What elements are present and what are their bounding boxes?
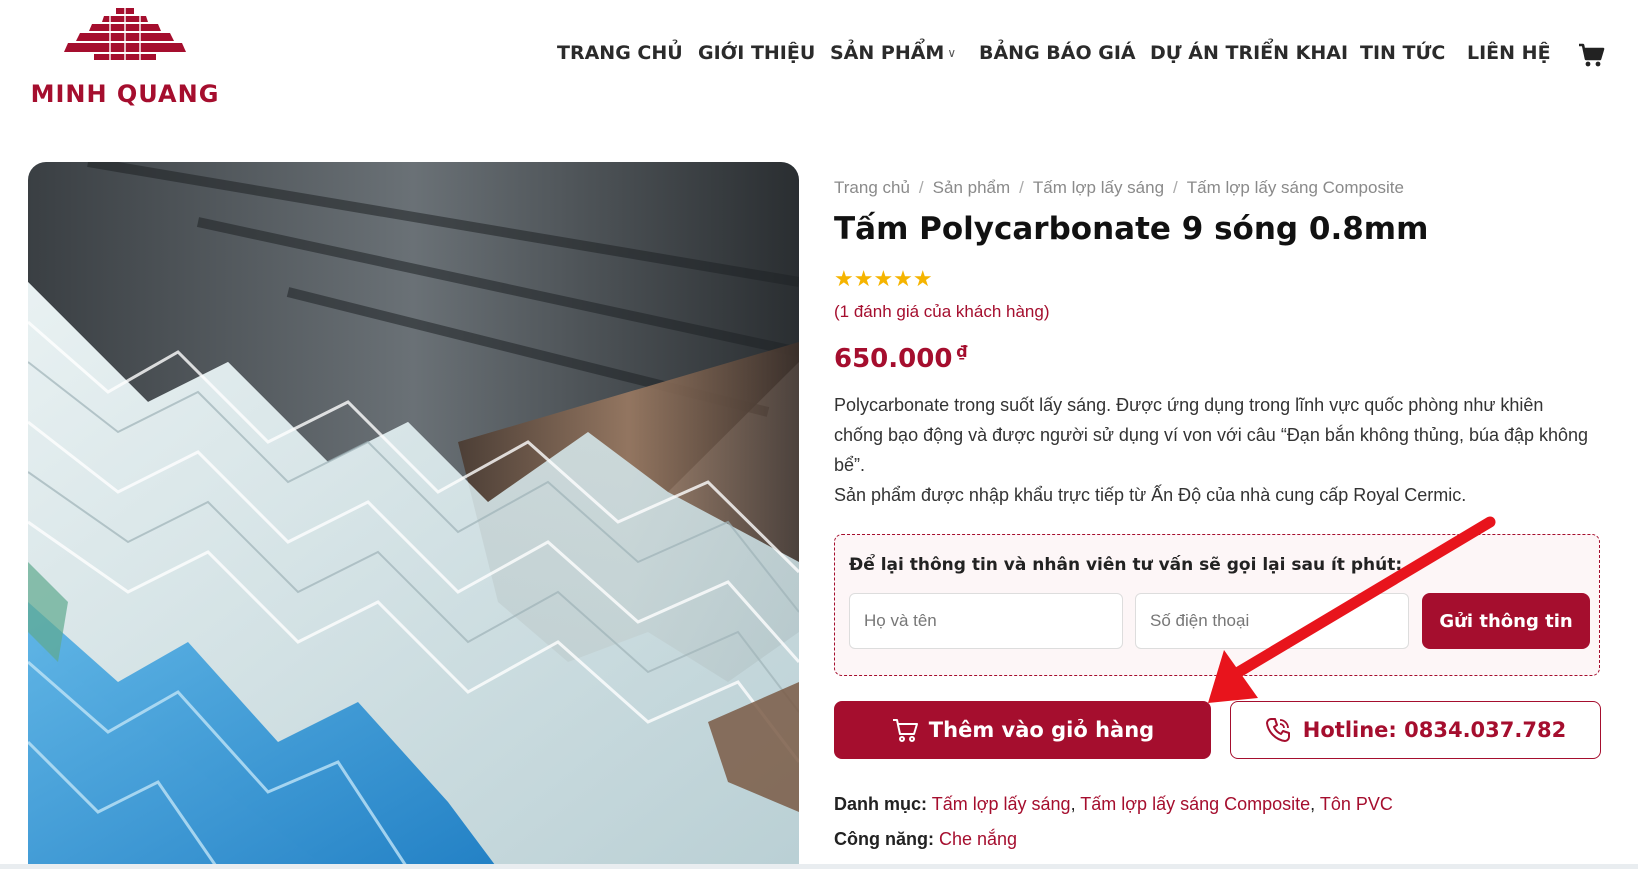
site-header: MINH QUANG TRANG CHỦ GIỚI THIỆU SẢN PHẨM… <box>0 0 1638 120</box>
function-link[interactable]: Che nắng <box>939 829 1017 849</box>
price-value: 650.000 <box>834 344 953 374</box>
product-description: Polycarbonate trong suốt lấy sáng. Được … <box>834 390 1594 510</box>
breadcrumb-composite-sheets[interactable]: Tấm lợp lấy sáng Composite <box>1187 178 1404 197</box>
add-to-cart-button[interactable]: Thêm vào giỏ hàng <box>834 701 1211 759</box>
hotline-button[interactable]: Hotline: 0834.037.782 <box>1230 701 1601 759</box>
breadcrumb-separator: / <box>918 178 924 197</box>
product-title: Tấm Polycarbonate 9 sóng 0.8mm <box>834 211 1429 247</box>
function-label: Công năng: <box>834 829 934 849</box>
nav-item-contact[interactable]: LIÊN HỆ <box>1467 42 1551 64</box>
nav-item-home[interactable]: TRANG CHỦ <box>557 42 683 64</box>
categories-label: Danh mục: <box>834 794 928 814</box>
nav-item-projects[interactable]: DỰ ÁN TRIỂN KHAI <box>1150 42 1348 64</box>
chevron-down-icon: ∨ <box>947 46 957 60</box>
callback-form-title: Để lại thông tin và nhân viên tư vấn sẽ … <box>849 555 1403 575</box>
callback-form: Để lại thông tin và nhân viên tư vấn sẽ … <box>834 534 1600 676</box>
nav-item-news[interactable]: TIN TỨC <box>1360 42 1445 64</box>
product-function: Công năng: Che nắng <box>834 829 1017 850</box>
cart-icon <box>892 719 918 742</box>
submit-info-button[interactable]: Gửi thông tin <box>1422 593 1590 649</box>
building-logo-icon <box>64 8 186 60</box>
add-to-cart-label: Thêm vào giỏ hàng <box>928 718 1155 742</box>
category-link[interactable]: Tôn PVC <box>1320 794 1393 814</box>
name-input[interactable] <box>849 593 1123 649</box>
cart-icon[interactable] <box>1577 41 1605 69</box>
category-link[interactable]: Tấm lợp lấy sáng Composite <box>1080 794 1310 814</box>
currency-symbol: ₫ <box>956 342 968 361</box>
nav-item-products[interactable]: SẢN PHẨM ∨ <box>830 42 956 64</box>
breadcrumb-separator: / <box>1173 178 1178 197</box>
breadcrumb-skylight-sheets[interactable]: Tấm lợp lấy sáng <box>1033 178 1164 197</box>
breadcrumb-separator: / <box>1019 178 1024 197</box>
polycarbonate-sheets-image <box>28 162 799 869</box>
nav-item-price-list[interactable]: BẢNG BÁO GIÁ <box>979 42 1136 64</box>
product-price: 650.000 ₫ <box>834 342 968 374</box>
category-link[interactable]: Tấm lợp lấy sáng <box>932 794 1071 814</box>
breadcrumb-products[interactable]: Sản phẩm <box>933 178 1011 197</box>
bottom-scroll-strip <box>0 864 1638 869</box>
product-image[interactable] <box>28 162 799 869</box>
product-categories: Danh mục: Tấm lợp lấy sáng, Tấm lợp lấy … <box>834 794 1393 814</box>
phone-icon <box>1265 718 1290 742</box>
description-paragraph: Polycarbonate trong suốt lấy sáng. Được … <box>834 395 1589 475</box>
description-paragraph: Sản phẩm được nhập khẩu trực tiếp từ Ấn … <box>834 485 1467 505</box>
logo[interactable]: MINH QUANG <box>30 4 220 108</box>
hotline-label: Hotline: 0834.037.782 <box>1302 718 1567 742</box>
review-count-link[interactable]: (1 đánh giá của khách hàng) <box>834 302 1050 322</box>
breadcrumb: Trang chủ / Sản phẩm / Tấm lợp lấy sáng / Tấm … <box>834 178 1404 198</box>
rating-stars: ★★★★★ <box>834 266 933 291</box>
nav-item-about[interactable]: GIỚI THIỆU <box>698 42 815 64</box>
breadcrumb-home[interactable]: Trang chủ <box>834 178 910 197</box>
phone-input[interactable] <box>1135 593 1409 649</box>
brand-name: MINH QUANG <box>30 80 220 108</box>
